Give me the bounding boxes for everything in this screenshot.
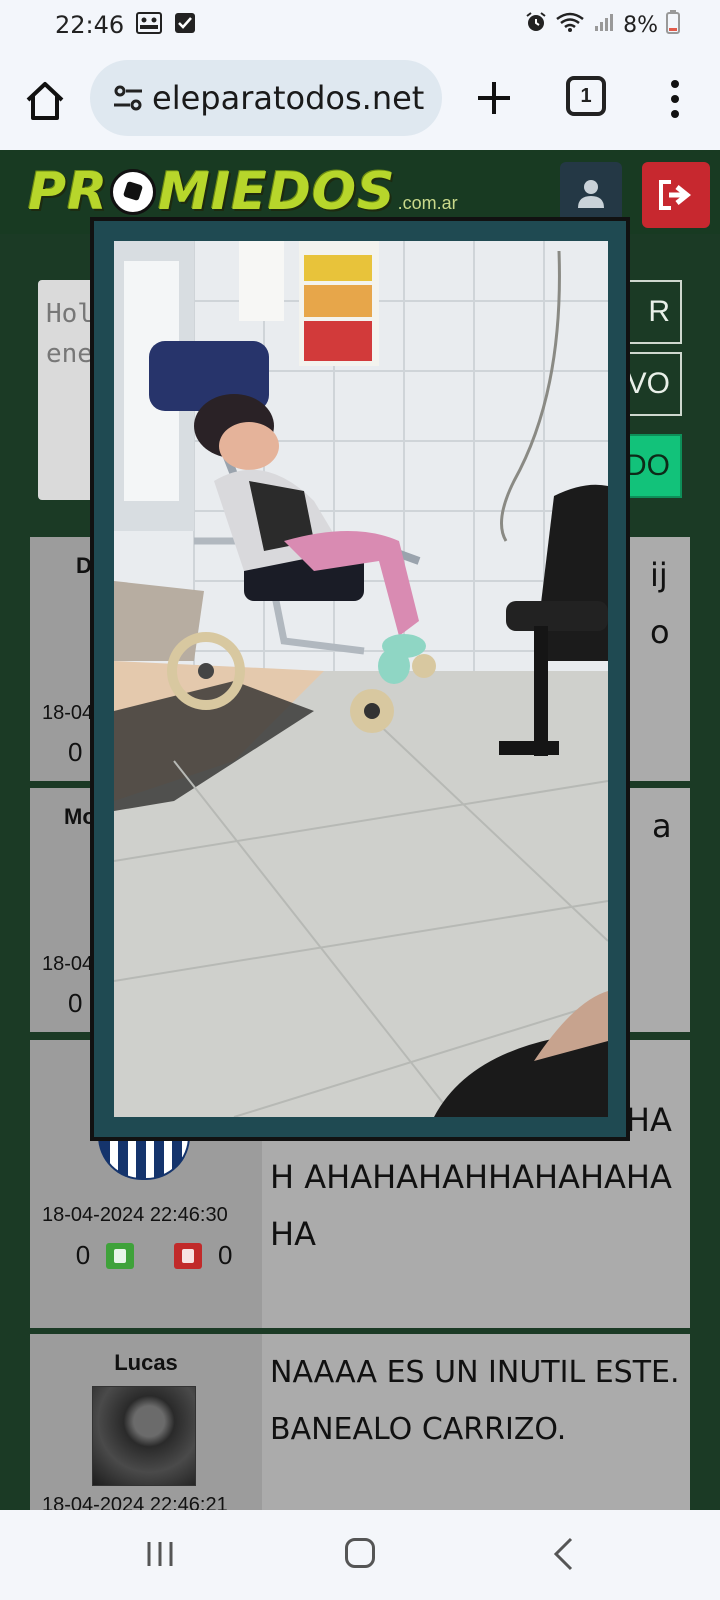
site-settings-icon[interactable] [108, 78, 148, 118]
post-username[interactable]: Lucas [30, 1350, 262, 1376]
new-tab-icon[interactable] [470, 74, 518, 122]
group-notification-icon [136, 12, 163, 38]
chat-post: Lucas 18-04-2024 22:46:21 NAAAA ES UN IN… [30, 1334, 690, 1516]
post-votes: 0 [68, 988, 82, 1019]
thumbs-down-icon[interactable] [174, 1242, 202, 1269]
url-text: eleparatodos.net [152, 79, 425, 117]
checkbox-notification-icon [174, 12, 196, 38]
image-modal[interactable] [90, 217, 630, 1141]
up-vote-count: 0 [68, 988, 83, 1018]
logo-text-rest: MIEDOS [158, 162, 396, 222]
soccer-ball-icon [110, 169, 157, 215]
back-icon[interactable] [553, 1537, 573, 1571]
down-vote-count: 0 [218, 1240, 233, 1270]
post-message: NAAAA ES UN INUTIL ESTE. BANEALO CARRIZO… [270, 1355, 680, 1447]
logout-icon [659, 180, 692, 210]
recent-apps-icon[interactable] [145, 1540, 175, 1568]
nav-home-icon[interactable] [345, 1538, 375, 1568]
post-date: 18-04 [42, 702, 94, 724]
post-date: 18-04-2024 22:46:30 [42, 1204, 228, 1226]
side-button-1-label: R [648, 295, 670, 328]
alarm-icon [525, 11, 547, 39]
status-right: 8% [525, 10, 680, 40]
image-modal-frame [94, 221, 626, 1137]
up-vote-count: 0 [68, 737, 83, 767]
send-button-label: DO [625, 449, 670, 482]
logo-suffix: .com.ar [397, 193, 458, 213]
avatar[interactable] [92, 1386, 196, 1486]
up-vote-count: 0 [75, 1240, 91, 1270]
logo-text: PR [28, 162, 109, 222]
status-bar: 22:46 8% [0, 0, 720, 50]
post-date: 18-04 [42, 953, 94, 975]
thumbs-up-icon[interactable] [106, 1242, 134, 1269]
wifi-icon [555, 11, 585, 39]
post-votes: 0 0 [68, 1240, 233, 1271]
signal-icon [593, 11, 615, 39]
more-menu-icon[interactable] [660, 74, 690, 124]
battery-icon [666, 10, 680, 40]
side-button-2-label: VO [626, 367, 670, 400]
tab-count: 1 [580, 84, 592, 107]
browser-toolbar: eleparatodos.net 1 [0, 50, 720, 150]
address-bar[interactable]: eleparatodos.net [90, 60, 442, 136]
status-time: 22:46 [55, 11, 125, 39]
home-icon[interactable] [22, 78, 68, 124]
system-nav-bar [0, 1510, 720, 1600]
modal-photo[interactable] [114, 241, 608, 1117]
post-votes: 0 [68, 737, 82, 768]
photo-illustration [114, 241, 608, 1117]
club-shield-icon [98, 1136, 190, 1180]
battery-percent: 8% [623, 12, 658, 38]
promiedos-logo[interactable]: PR MIEDOS .com.ar [28, 162, 458, 222]
tab-switcher-button[interactable]: 1 [566, 76, 606, 116]
post-meta: Lucas 18-04-2024 22:46:21 [30, 1334, 262, 1516]
user-profile-button[interactable] [560, 162, 622, 224]
user-icon [578, 180, 604, 208]
logout-button[interactable] [642, 162, 710, 228]
